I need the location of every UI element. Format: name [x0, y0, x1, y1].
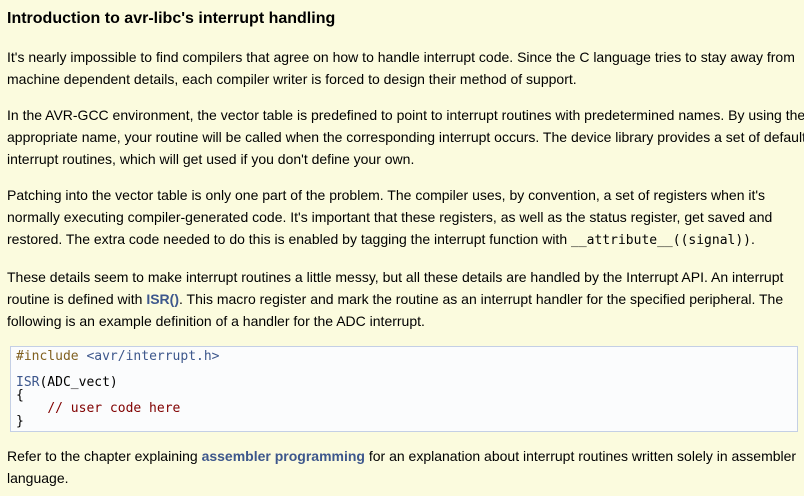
include-file-link[interactable]: <avr/interrupt.h>	[86, 349, 219, 364]
paragraph-line: appropriate name, your routine will be c…	[7, 129, 804, 145]
inline-code-attribute: __attribute__((signal))	[571, 233, 752, 248]
text-segment: restored. The extra code needed to do th…	[7, 231, 571, 247]
assembler-programming-link[interactable]: assembler programming	[202, 448, 365, 464]
paragraph-line: These details seem to make interrupt rou…	[7, 269, 784, 285]
paragraph-vector-table: In the AVR-GCC environment, the vector t…	[7, 104, 804, 170]
preprocessor-directive: #include	[16, 349, 87, 364]
text-segment: routine is defined with	[7, 291, 147, 307]
code-line-close-brace: }	[16, 414, 24, 429]
code-line-comment: // user code here	[16, 402, 797, 415]
code-line-isr: ISR(ADC_vect)	[16, 376, 797, 389]
paragraph-line: Refer to the chapter explaining assemble…	[7, 445, 804, 467]
section-title: Introduction to avr-libc's interrupt han…	[7, 10, 336, 27]
paragraph-line: Patching into the vector table is only o…	[7, 187, 766, 203]
paragraph-line: normally executing compiler-generated co…	[7, 209, 773, 225]
paragraph-line: interrupt routines, which will get used …	[7, 151, 415, 167]
code-line-include: #include <avr/interrupt.h>	[16, 350, 797, 363]
paragraph-interrupt-api: These details seem to make interrupt rou…	[7, 266, 804, 332]
text-segment: . This macro register and mark the routi…	[178, 291, 784, 307]
paragraph-line: following is an example definition of a …	[7, 313, 425, 329]
paragraph-line: In the AVR-GCC environment, the vector t…	[7, 107, 804, 123]
paragraph-line: machine dependent details, each compiler…	[7, 71, 577, 87]
paragraph-line: routine is defined with ISR(). This macr…	[7, 288, 804, 310]
paragraph-registers: Patching into the vector table is only o…	[7, 184, 804, 252]
text-segment: Refer to the chapter explaining	[7, 448, 202, 464]
isr-link[interactable]: ISR()	[146, 291, 179, 307]
paragraph-line: It's nearly impossible to find compilers…	[7, 49, 795, 65]
paragraph-line: language.	[7, 470, 69, 486]
code-example: #include <avr/interrupt.h> ISR(ADC_vect){…	[10, 346, 798, 432]
isr-arguments: (ADC_vect)	[39, 375, 118, 390]
text-segment: for an explanation about interrupt routi…	[364, 448, 797, 464]
code-comment: // user code here	[47, 401, 181, 416]
text-segment: .	[751, 231, 755, 247]
paragraph-line: restored. The extra code needed to do th…	[7, 228, 804, 252]
paragraph-intro: It's nearly impossible to find compilers…	[7, 46, 804, 90]
document-content: Introduction to avr-libc's interrupt han…	[0, 0, 804, 489]
paragraph-assembler-ref: Refer to the chapter explaining assemble…	[7, 445, 804, 489]
